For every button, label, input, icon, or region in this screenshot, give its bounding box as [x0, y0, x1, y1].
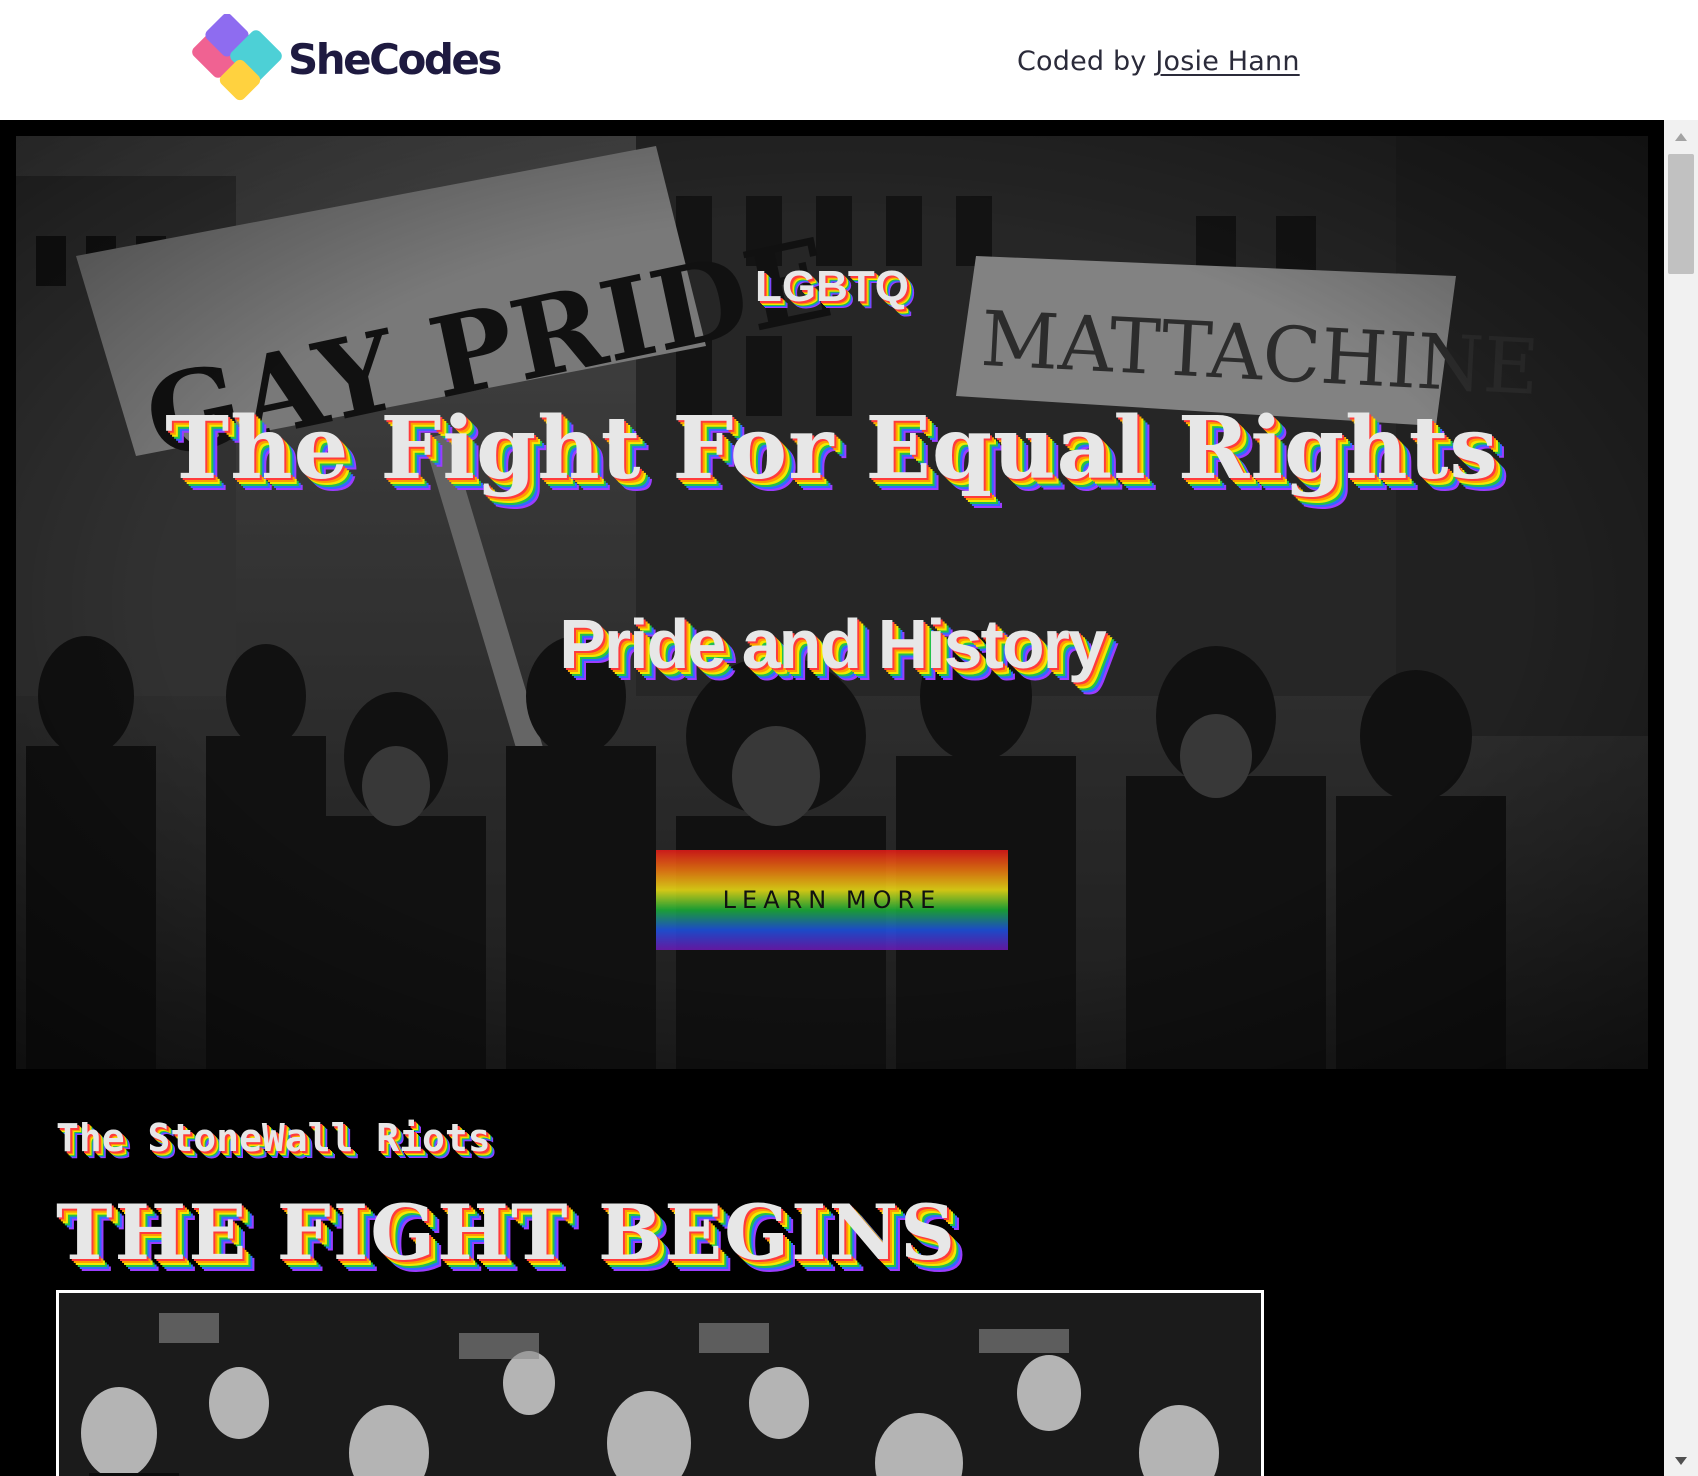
credit-line: Coded by Josie Hann — [1017, 46, 1300, 77]
page-scrollbar[interactable] — [1664, 120, 1698, 1476]
scroll-up-arrow-icon[interactable] — [1664, 126, 1698, 148]
hero-kicker: LGBTQ — [755, 262, 909, 311]
section-kicker: The StoneWall Riots — [56, 1116, 491, 1160]
author-link[interactable]: Josie Hann — [1155, 46, 1299, 77]
shecodes-logo[interactable]: SheCodes — [190, 14, 502, 106]
scrollbar-thumb[interactable] — [1668, 154, 1694, 274]
brand-name: SheCodes — [288, 34, 502, 84]
shecodes-logo-icon — [192, 14, 282, 101]
shecodes-header: SheCodes Coded by Josie Hann — [0, 0, 1698, 120]
hero-banner: GAY PRIDE MATTACHINE LGB — [16, 136, 1648, 1069]
hero-title: The Fight For Equal Rights — [165, 398, 1499, 499]
hero-subtitle: Pride and History — [559, 605, 1107, 683]
site-viewport: GAY PRIDE MATTACHINE LGB — [0, 120, 1664, 1476]
learn-more-button[interactable]: LEARN MORE — [656, 850, 1008, 950]
credit-prefix: Coded by — [1017, 46, 1147, 77]
stonewall-photo-image — [59, 1293, 1261, 1476]
scroll-down-arrow-icon[interactable] — [1664, 1450, 1698, 1472]
section-title: THE FIGHT BEGINS — [56, 1188, 957, 1277]
stonewall-riots-photo — [56, 1290, 1264, 1476]
